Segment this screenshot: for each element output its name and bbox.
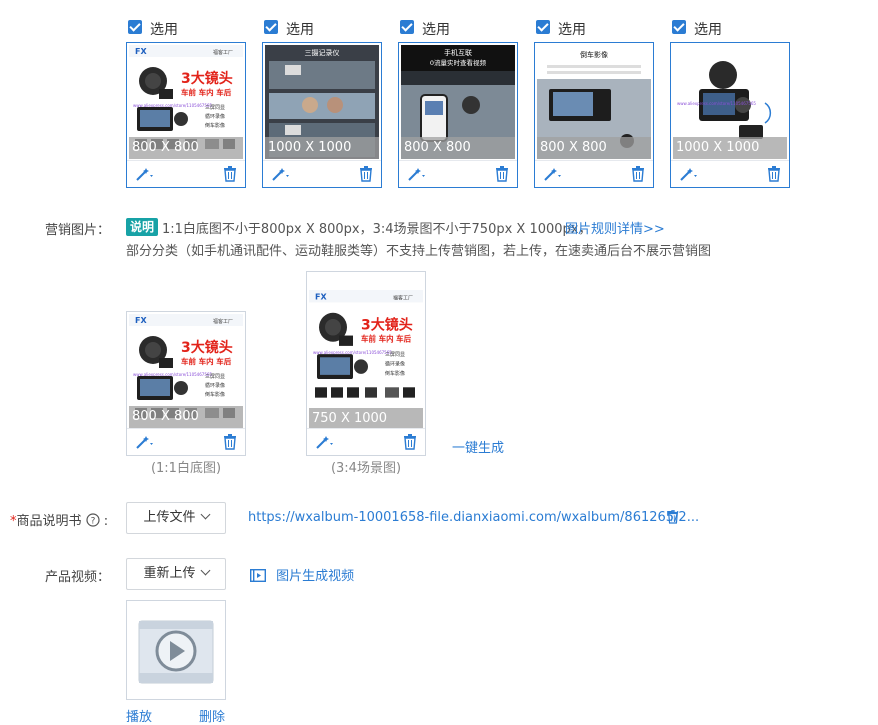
image-rule-text: 1:1白底图不小于800px X 800px，3:4场景图不小于750px X … <box>162 222 592 237</box>
product-photo: FX 福客工厂 3大镜头 车前 车内 车后 www.aliexpress.com… <box>309 290 423 408</box>
select-label: 选用 <box>558 22 586 38</box>
help-icon[interactable]: ? <box>86 513 100 527</box>
marketing-label: 营销图片： <box>44 223 110 238</box>
video-player-icon <box>138 620 214 684</box>
svg-text:循环录像: 循环录像 <box>385 360 405 367</box>
svg-text:福客工厂: 福客工厂 <box>393 294 413 301</box>
thumbnail-image: 倒车影像 800 X 800 <box>537 45 651 159</box>
magic-wand-icon[interactable] <box>135 166 157 182</box>
marketing-square-card[interactable]: FX 福客工厂 3大镜头 车前 车内 车后 www.aliexpress.com… <box>126 311 246 456</box>
delete-link[interactable]: 删除 <box>199 706 225 725</box>
select-label: 选用 <box>286 22 314 38</box>
trash-icon[interactable] <box>403 434 417 450</box>
dimension-label: 800 X 800 <box>537 137 651 159</box>
svg-text:3大镜头: 3大镜头 <box>361 315 413 333</box>
image-rules-link[interactable]: 图片规则详情>> <box>565 218 665 237</box>
thumbnail-image: FX 福客工厂 3大镜头 车前 车内 车后 www.aliexpress.com… <box>129 45 243 159</box>
svg-text:车前 车内 车后: 车前 车内 车后 <box>181 87 232 97</box>
dimension-label: 1000 X 1000 <box>673 137 787 159</box>
magic-wand-icon[interactable] <box>543 166 565 182</box>
info-badge: 说明 <box>126 218 159 236</box>
svg-text:车前 车内 车后: 车前 车内 车后 <box>361 334 412 344</box>
svg-text:?: ? <box>90 517 95 527</box>
trash-icon[interactable] <box>631 166 645 182</box>
magic-wand-icon[interactable] <box>679 166 701 182</box>
one-click-generate-link[interactable]: 一键生成 <box>452 437 504 456</box>
thumbnail-image: 三摄记录仪 1000 X 1000 <box>265 45 379 159</box>
reupload-button[interactable]: 重新上传 <box>126 558 226 590</box>
svg-text:三屏同显: 三屏同显 <box>205 374 225 380</box>
select-checkbox[interactable] <box>672 20 686 34</box>
trash-icon[interactable] <box>359 166 373 182</box>
gallery-thumbnail[interactable]: 三摄记录仪 1000 X 1000 <box>262 42 382 188</box>
svg-text:倒车影像: 倒车影像 <box>205 391 225 398</box>
magic-wand-icon[interactable] <box>407 166 429 182</box>
chevron-down-icon <box>200 565 210 576</box>
svg-text:三屏同显: 三屏同显 <box>385 352 405 358</box>
manual-label: 商品说明书 <box>16 514 82 529</box>
gallery-thumbnail[interactable]: FX 福客工厂 3大镜头 车前 车内 车后 www.aliexpress.com… <box>126 42 246 188</box>
film-icon <box>249 568 267 583</box>
gallery-thumbnail[interactable]: www.aliexpress.com/store/1105467565 1000… <box>670 42 790 188</box>
gallery-thumbnail[interactable]: 倒车影像 800 X 800 <box>534 42 654 188</box>
svg-text:手机互联: 手机互联 <box>444 48 472 57</box>
svg-text:循环录像: 循环录像 <box>205 382 225 389</box>
dimension-label: 800 X 800 <box>401 137 515 159</box>
svg-text:www.aliexpress.com/store/11054: www.aliexpress.com/store/1105467565 <box>677 101 756 106</box>
select-label: 选用 <box>422 22 450 38</box>
svg-text:FX: FX <box>135 47 147 56</box>
dimension-label: 1000 X 1000 <box>265 137 379 159</box>
manual-label-group: *商品说明书 ? : <box>10 513 109 529</box>
gallery-thumbnail[interactable]: 手机互联 0流量实时查看视频 800 X 800 <box>398 42 518 188</box>
select-label: 选用 <box>150 22 178 38</box>
select-checkbox[interactable] <box>264 20 278 34</box>
svg-text:0流量实时查看视频: 0流量实时查看视频 <box>430 58 487 67</box>
svg-text:FX: FX <box>315 291 327 301</box>
trash-icon[interactable] <box>667 510 679 524</box>
video-thumbnail[interactable] <box>126 600 226 700</box>
magic-wand-icon[interactable] <box>271 166 293 182</box>
svg-text:倒车影像: 倒车影像 <box>205 122 225 129</box>
marketing-square-image: FX 福客工厂 3大镜头 车前 车内 车后 www.aliexpress.com… <box>129 314 243 428</box>
manual-file-link[interactable]: https://wxalbum-10001658-file.dianxiaomi… <box>248 510 699 525</box>
trash-icon[interactable] <box>223 434 237 450</box>
marketing-note: 部分分类（如手机通讯配件、运动鞋服类等）不支持上传营销图，若上传，在速卖通后台不… <box>126 244 712 259</box>
svg-text:三屏同显: 三屏同显 <box>205 105 225 111</box>
portrait-caption: (3:4场景图) <box>330 461 402 476</box>
svg-text:3大镜头: 3大镜头 <box>181 70 233 87</box>
thumbnail-image: 手机互联 0流量实时查看视频 800 X 800 <box>401 45 515 159</box>
svg-text:循环录像: 循环录像 <box>205 113 225 120</box>
svg-text:福客工厂: 福客工厂 <box>213 318 233 325</box>
svg-text:车前 车内 车后: 车前 车内 车后 <box>181 356 232 366</box>
select-label: 选用 <box>694 22 722 38</box>
select-checkbox[interactable] <box>400 20 414 34</box>
magic-wand-icon[interactable] <box>135 434 157 450</box>
generate-video-button[interactable]: 图片生成视频 <box>249 565 354 584</box>
trash-icon[interactable] <box>767 166 781 182</box>
trash-icon[interactable] <box>223 166 237 182</box>
upload-file-button[interactable]: 上传文件 <box>126 502 226 534</box>
svg-text:三摄记录仪: 三摄记录仪 <box>305 48 340 57</box>
select-checkbox[interactable] <box>128 20 142 34</box>
magic-wand-icon[interactable] <box>315 434 337 450</box>
dimension-label: 750 X 1000 <box>309 408 423 430</box>
svg-text:3大镜头: 3大镜头 <box>181 339 233 356</box>
svg-text:倒车影像: 倒车影像 <box>385 370 405 377</box>
chevron-down-icon <box>200 509 210 520</box>
play-link[interactable]: 播放 <box>126 706 152 725</box>
marketing-portrait-image: FX 福客工厂 3大镜头 车前 车内 车后 www.aliexpress.com… <box>309 290 423 430</box>
square-caption: (1:1白底图) <box>150 461 222 476</box>
svg-text:倒车影像: 倒车影像 <box>580 50 608 59</box>
svg-text:FX: FX <box>135 316 147 325</box>
select-checkbox[interactable] <box>536 20 550 34</box>
thumbnail-image: www.aliexpress.com/store/1105467565 1000… <box>673 45 787 159</box>
video-label: 产品视频： <box>44 570 110 585</box>
trash-icon[interactable] <box>495 166 509 182</box>
svg-text:福客工厂: 福客工厂 <box>213 49 233 56</box>
marketing-portrait-card[interactable]: FX 福客工厂 3大镜头 车前 车内 车后 www.aliexpress.com… <box>306 271 426 456</box>
dimension-label: 800 X 800 <box>129 137 243 159</box>
dimension-label: 800 X 800 <box>129 406 243 428</box>
